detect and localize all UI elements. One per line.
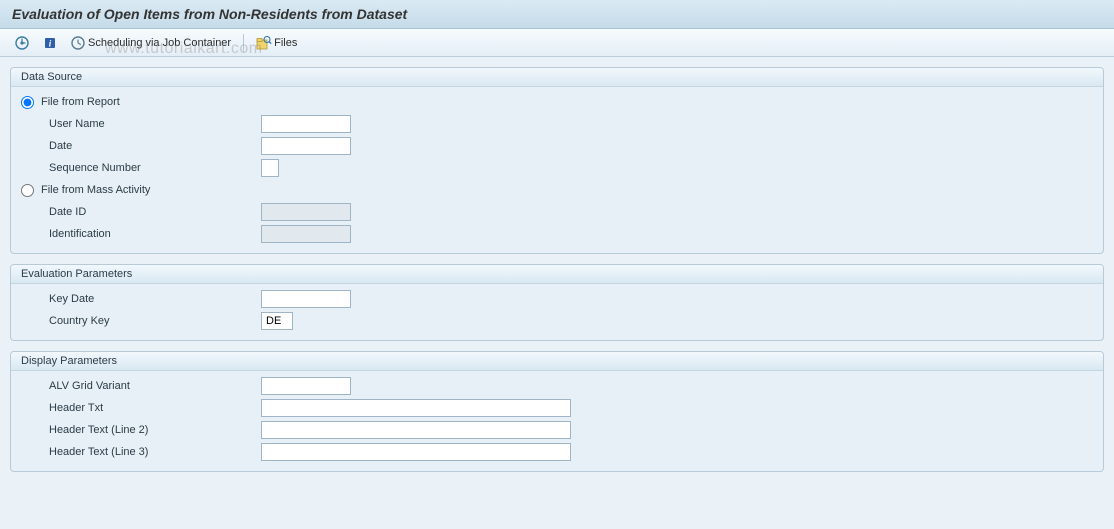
input-date-id — [261, 203, 351, 221]
schedule-button[interactable]: Scheduling via Job Container — [66, 33, 235, 53]
radio-file-from-report[interactable] — [21, 96, 34, 109]
files-icon — [256, 35, 272, 51]
label-header-txt: Header Txt — [21, 402, 261, 414]
group-data-source: Data Source File from Report User Name D… — [10, 67, 1104, 254]
schedule-label: Scheduling via Job Container — [88, 37, 231, 49]
label-seq-number: Sequence Number — [21, 162, 261, 174]
input-identification — [261, 225, 351, 243]
group-header-data-source: Data Source — [11, 68, 1103, 87]
input-key-date[interactable] — [261, 290, 351, 308]
label-alv-variant: ALV Grid Variant — [21, 380, 261, 392]
input-alv-variant[interactable] — [261, 377, 351, 395]
label-date-id: Date ID — [21, 206, 261, 218]
files-label: Files — [274, 37, 297, 49]
execute-icon — [14, 35, 30, 51]
group-display-params: Display Parameters ALV Grid Variant Head… — [10, 351, 1104, 472]
label-identification: Identification — [21, 228, 261, 240]
input-country-key[interactable] — [261, 312, 293, 330]
label-date: Date — [21, 140, 261, 152]
execute-button[interactable] — [10, 33, 36, 53]
input-header-txt-2[interactable] — [261, 421, 571, 439]
toolbar: i Scheduling via Job Container Files — [0, 29, 1114, 57]
label-file-from-mass-activity: File from Mass Activity — [41, 184, 261, 196]
page-title: Evaluation of Open Items from Non-Reside… — [12, 6, 1102, 22]
label-file-from-report: File from Report — [41, 96, 261, 108]
label-header-txt-3: Header Text (Line 3) — [21, 446, 261, 458]
files-button[interactable]: Files — [252, 33, 301, 53]
title-bar: Evaluation of Open Items from Non-Reside… — [0, 0, 1114, 29]
toolbar-separator — [243, 34, 244, 52]
label-user-name: User Name — [21, 118, 261, 130]
input-user-name[interactable] — [261, 115, 351, 133]
group-header-eval-params: Evaluation Parameters — [11, 265, 1103, 284]
clock-icon — [70, 35, 86, 51]
label-key-date: Key Date — [21, 293, 261, 305]
info-button[interactable]: i — [38, 33, 64, 53]
info-icon: i — [42, 35, 58, 51]
input-date[interactable] — [261, 137, 351, 155]
group-eval-params: Evaluation Parameters Key Date Country K… — [10, 264, 1104, 341]
input-header-txt-3[interactable] — [261, 443, 571, 461]
group-header-display-params: Display Parameters — [11, 352, 1103, 371]
radio-file-from-mass-activity[interactable] — [21, 184, 34, 197]
content-area: Data Source File from Report User Name D… — [0, 57, 1114, 529]
label-header-txt-2: Header Text (Line 2) — [21, 424, 261, 436]
input-seq-number[interactable] — [261, 159, 279, 177]
label-country-key: Country Key — [21, 315, 261, 327]
input-header-txt[interactable] — [261, 399, 571, 417]
